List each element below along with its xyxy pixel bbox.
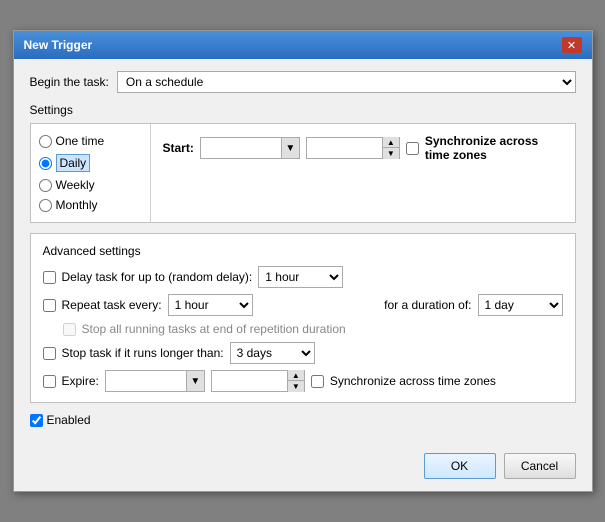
duration-select[interactable]: 1 day 15 minutes 30 minutes 1 hour 12 ho…: [478, 294, 563, 316]
expire-sync-checkbox[interactable]: [311, 375, 324, 388]
expire-time-spin-up[interactable]: ▲: [288, 370, 304, 381]
sync-timezone-label: Synchronize across time zones: [425, 134, 563, 162]
time-spin-group: ▲ ▼: [382, 137, 399, 159]
dialog-title: New Trigger: [24, 38, 93, 52]
footer: OK Cancel: [14, 447, 592, 491]
delay-task-checkbox[interactable]: [43, 271, 56, 284]
stop-task-label: Stop task if it runs longer than:: [62, 346, 224, 360]
expire-time-spin-group: ▲ ▼: [287, 370, 304, 392]
ok-button[interactable]: OK: [424, 453, 496, 479]
radio-weekly-label: Weekly: [56, 178, 95, 192]
start-date-group: 10/15/2014 ▼: [200, 137, 300, 159]
begin-task-row: Begin the task: On a schedule At log on …: [30, 71, 576, 93]
stop-repetition-checkbox: [63, 323, 76, 336]
begin-task-select[interactable]: On a schedule At log on At startup: [117, 71, 576, 93]
title-bar: New Trigger ✕: [14, 31, 592, 59]
begin-task-label: Begin the task:: [30, 75, 109, 89]
expire-time-input[interactable]: 3:06:59 PM: [212, 372, 287, 390]
start-time-group: 3:30:03 PM ▲ ▼: [306, 137, 400, 159]
new-trigger-dialog: New Trigger ✕ Begin the task: On a sched…: [13, 30, 593, 492]
advanced-settings-section: Advanced settings Delay task for up to (…: [30, 233, 576, 403]
stop-task-checkbox[interactable]: [43, 347, 56, 360]
close-button[interactable]: ✕: [562, 37, 582, 53]
stop-task-row: Stop task if it runs longer than: 3 days…: [43, 342, 563, 364]
repeat-task-label: Repeat task every:: [62, 298, 162, 312]
repeat-task-row: Repeat task every: 1 hour 5 minutes 15 m…: [43, 294, 563, 316]
radio-one-time-label: One time: [56, 134, 105, 148]
repeat-task-select[interactable]: 1 hour 5 minutes 15 minutes 30 minutes: [168, 294, 253, 316]
radio-monthly[interactable]: Monthly: [39, 198, 142, 212]
radio-one-time[interactable]: One time: [39, 134, 142, 148]
repeat-task-checkbox[interactable]: [43, 299, 56, 312]
expire-date-group: 10/15/2015 ▼: [105, 370, 205, 392]
time-spin-down[interactable]: ▼: [383, 148, 399, 159]
expire-date-input[interactable]: 10/15/2015: [106, 372, 186, 390]
for-duration-label: for a duration of:: [384, 298, 471, 312]
expire-label: Expire:: [62, 374, 99, 388]
stop-repetition-label: Stop all running tasks at end of repetit…: [82, 322, 346, 336]
config-panel: Start: 10/15/2014 ▼ 3:30:03 PM ▲ ▼ Synch…: [151, 124, 575, 222]
expire-sync-label: Synchronize across time zones: [330, 374, 496, 388]
radio-weekly-input[interactable]: [39, 179, 52, 192]
radio-daily-input[interactable]: [39, 157, 52, 170]
settings-panel: One time Daily Weekly Monthly: [31, 124, 151, 222]
start-date-input[interactable]: 10/15/2014: [201, 139, 281, 157]
settings-label: Settings: [30, 103, 576, 117]
radio-daily-label: Daily: [56, 154, 91, 172]
cancel-button[interactable]: Cancel: [504, 453, 576, 479]
radio-daily[interactable]: Daily: [39, 154, 142, 172]
expire-checkbox[interactable]: [43, 375, 56, 388]
dialog-content: Begin the task: On a schedule At log on …: [14, 59, 592, 447]
delay-task-label: Delay task for up to (random delay):: [62, 270, 253, 284]
expire-time-spin-down[interactable]: ▼: [288, 381, 304, 392]
sync-timezone-checkbox[interactable]: [406, 142, 419, 155]
start-label: Start:: [163, 141, 194, 155]
expire-row: Expire: 10/15/2015 ▼ 3:06:59 PM ▲ ▼ Sync…: [43, 370, 563, 392]
radio-monthly-input[interactable]: [39, 199, 52, 212]
advanced-settings-label: Advanced settings: [43, 244, 563, 258]
enabled-checkbox[interactable]: [30, 414, 43, 427]
expire-time-group: 3:06:59 PM ▲ ▼: [211, 370, 305, 392]
start-row: Start: 10/15/2014 ▼ 3:30:03 PM ▲ ▼ Synch…: [163, 134, 563, 162]
stop-repetition-row: Stop all running tasks at end of repetit…: [63, 322, 563, 336]
main-area: One time Daily Weekly Monthly Start:: [30, 123, 576, 223]
radio-one-time-input[interactable]: [39, 135, 52, 148]
delay-task-row: Delay task for up to (random delay): 1 h…: [43, 266, 563, 288]
radio-weekly[interactable]: Weekly: [39, 178, 142, 192]
start-time-input[interactable]: 3:30:03 PM: [307, 139, 382, 157]
for-duration-group: for a duration of: 1 day 15 minutes 30 m…: [384, 294, 562, 316]
stop-task-select[interactable]: 3 days 30 minutes 1 hour 1 day: [230, 342, 315, 364]
radio-monthly-label: Monthly: [56, 198, 98, 212]
enabled-row: Enabled: [30, 413, 576, 427]
time-spin-up[interactable]: ▲: [383, 137, 399, 148]
delay-task-select[interactable]: 1 hour 30 minutes 2 hours: [258, 266, 343, 288]
calendar-button[interactable]: ▼: [281, 138, 299, 158]
enabled-label: Enabled: [47, 413, 91, 427]
expire-calendar-button[interactable]: ▼: [186, 371, 204, 391]
